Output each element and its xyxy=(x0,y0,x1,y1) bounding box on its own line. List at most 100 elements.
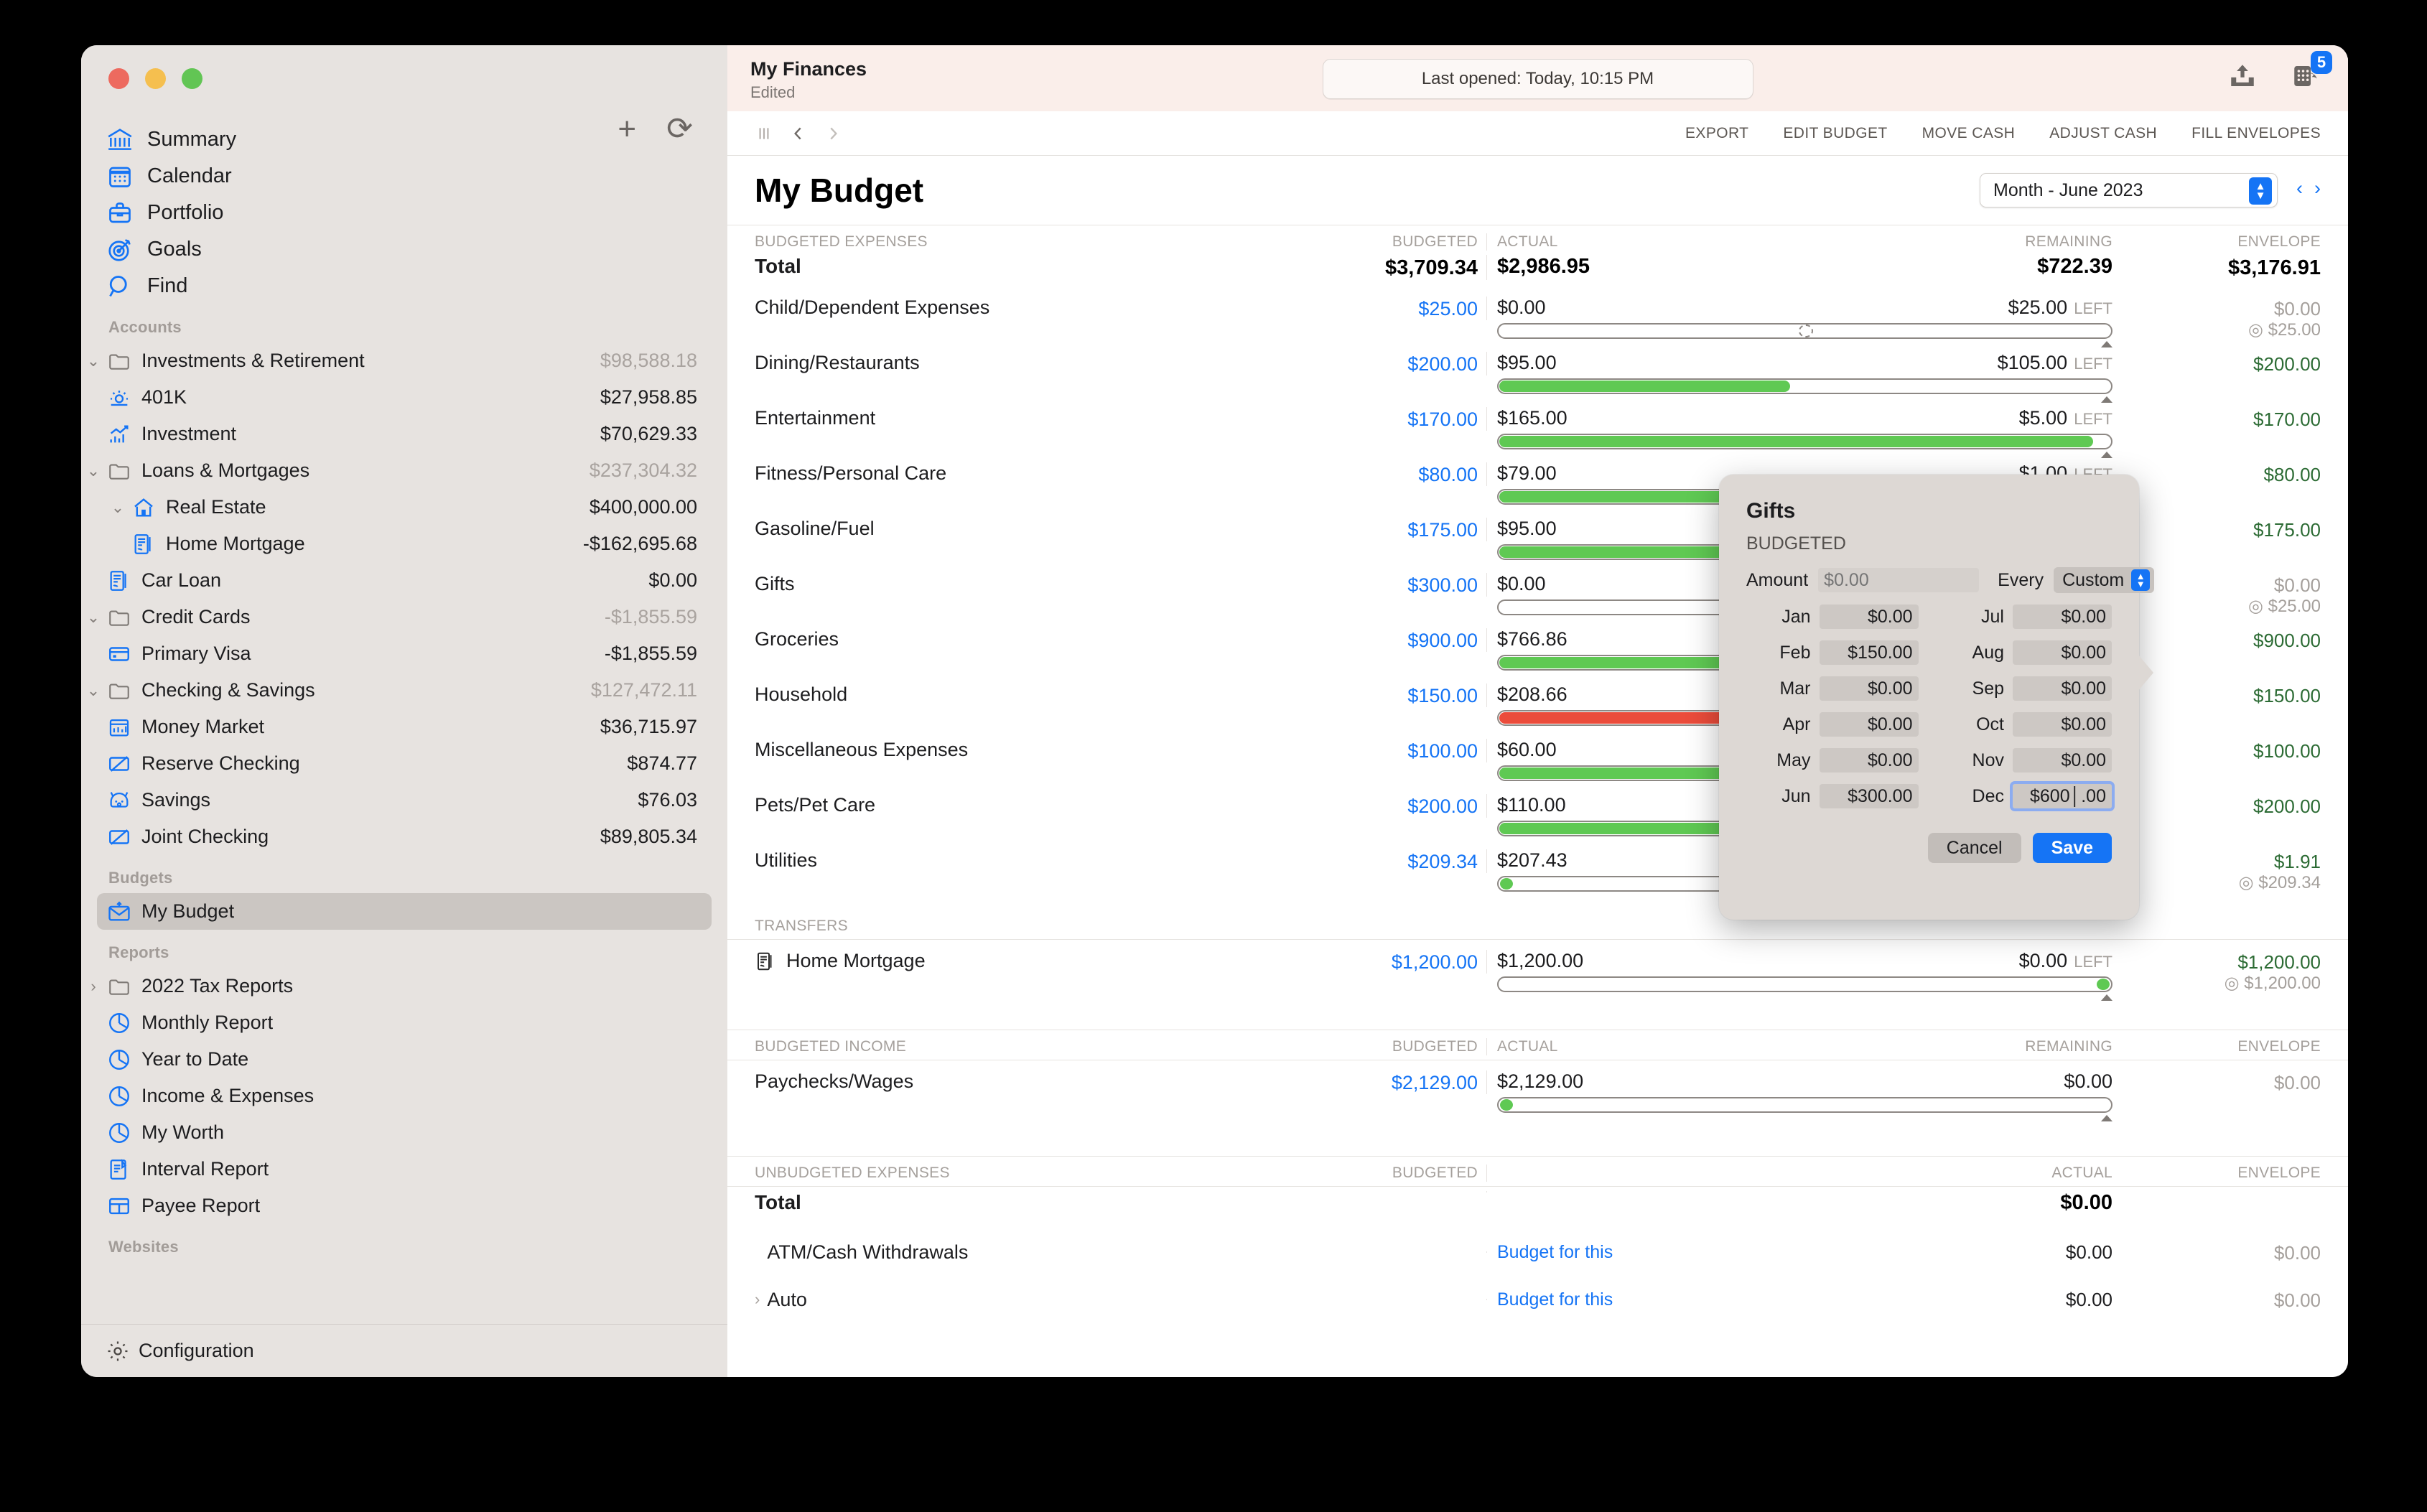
forward-icon[interactable] xyxy=(824,124,842,143)
budgeted-value[interactable]: $25.00 xyxy=(1343,297,1487,320)
sidebar-scroll[interactable]: Summary Calendar Portfolio Goals Find Ac… xyxy=(81,111,727,1324)
sidebar-item-year-to-date[interactable]: Year to Date xyxy=(81,1041,727,1078)
month-amount-input[interactable] xyxy=(2013,712,2112,737)
month-amount-input[interactable] xyxy=(2013,605,2112,629)
sidebar-account-home-mortgage[interactable]: Home Mortgage -$162,695.68 xyxy=(81,526,727,562)
sidebar-item-find[interactable]: Find xyxy=(81,268,727,304)
month-selector[interactable]: Month - June 2023 ▲ ▼ xyxy=(1980,173,2278,207)
chevron-down-icon[interactable]: ⌄ xyxy=(81,608,106,627)
month-amount-input[interactable] xyxy=(2010,781,2115,811)
progress-cell[interactable]: $0.00 $25.00 LEFT xyxy=(1487,297,2112,347)
add-account-button[interactable]: + xyxy=(618,113,636,145)
month-amount-input[interactable] xyxy=(1819,748,1919,773)
sidebar-item-calendar[interactable]: Calendar xyxy=(81,158,727,195)
save-button[interactable]: Save xyxy=(2032,833,2112,863)
fill-envelopes-button[interactable]: FILL ENVELOPES xyxy=(2191,125,2321,142)
sidebar-account-car-loan[interactable]: Car Loan $0.00 xyxy=(81,562,727,599)
prev-month-button[interactable]: ‹ xyxy=(2296,177,2303,200)
budgeted-value[interactable]: $150.00 xyxy=(1343,683,1487,707)
table-row[interactable]: ›ATM/Cash WithdrawalsBudget for this$0.0… xyxy=(727,1228,2348,1276)
refresh-icon[interactable]: ⟳ xyxy=(666,113,693,145)
amount-input[interactable] xyxy=(1818,568,1980,592)
sidebar-item-portfolio[interactable]: Portfolio xyxy=(81,195,727,231)
budgeted-value[interactable]: $300.00 xyxy=(1343,573,1487,597)
sidebar-item-my-worth[interactable]: My Worth xyxy=(81,1114,727,1151)
budgeted-value[interactable]: $209.34 xyxy=(1343,849,1487,873)
sidebar-account-loans-mortgages[interactable]: ⌄ Loans & Mortgages $237,304.32 xyxy=(81,452,727,489)
month-amount-input[interactable] xyxy=(1819,784,1919,808)
sidebar-account-investment[interactable]: Investment $70,629.33 xyxy=(81,416,727,452)
budgeted-value[interactable]: $80.00 xyxy=(1343,462,1487,486)
columns-icon[interactable] xyxy=(755,124,773,143)
table-row[interactable]: › Auto Budget for this $0.00 $0.00 xyxy=(727,1276,2348,1323)
month-amount-input[interactable] xyxy=(2013,748,2112,773)
chevron-right-icon[interactable]: › xyxy=(755,1290,760,1309)
sidebar-account-checking-savings[interactable]: ⌄ Checking & Savings $127,472.11 xyxy=(81,672,727,709)
sidebar-account-investments-retirement[interactable]: ⌄ Investments & Retirement $98,588.18 xyxy=(81,342,727,379)
chevron-down-icon[interactable]: ⌄ xyxy=(81,352,106,370)
export-button[interactable]: EXPORT xyxy=(1685,125,1748,142)
budgeted-value[interactable]: $200.00 xyxy=(1343,352,1487,375)
move-cash-button[interactable]: MOVE CASH xyxy=(1922,125,2016,142)
sidebar-item-2022-tax-reports[interactable]: › 2022 Tax Reports xyxy=(81,968,727,1004)
progress-cell[interactable]: $2,129.00 $0.00 xyxy=(1487,1070,2112,1121)
progress-track[interactable] xyxy=(1497,976,2112,1001)
progress-cell[interactable]: $95.00 $105.00 LEFT xyxy=(1487,352,2112,403)
budgeted-value[interactable]: $1,200.00 xyxy=(1343,950,1487,974)
back-icon[interactable] xyxy=(789,124,808,143)
adjust-cash-button[interactable]: ADJUST CASH xyxy=(2049,125,2157,142)
progress-cell[interactable]: $1,200.00 $0.00 LEFT xyxy=(1487,950,2112,1001)
sidebar-account-401k[interactable]: 401K $27,958.85 xyxy=(81,379,727,416)
month-amount-input[interactable] xyxy=(1819,676,1919,701)
table-row[interactable]: Home Mortgage $1,200.00 $1,200.00 $0.00 LEFT… xyxy=(727,950,2348,1005)
budgeted-value[interactable]: $170.00 xyxy=(1343,407,1487,431)
progress-track[interactable] xyxy=(1497,323,2112,347)
progress-track[interactable] xyxy=(1497,434,2112,458)
sidebar-account-money-market[interactable]: Money Market $36,715.97 xyxy=(81,709,727,745)
budgeted-value[interactable]: $900.00 xyxy=(1343,628,1487,652)
month-amount-input[interactable] xyxy=(1819,640,1919,665)
sidebar-item-monthly-report[interactable]: Monthly Report xyxy=(81,1004,727,1041)
chevron-down-icon[interactable]: ⌄ xyxy=(106,498,130,517)
budgeted-value[interactable]: $175.00 xyxy=(1343,518,1487,541)
sidebar-account-savings[interactable]: Savings $76.03 xyxy=(81,782,727,818)
maximize-button[interactable] xyxy=(182,67,202,89)
sidebar-account-real-estate[interactable]: ⌄ Real Estate $400,000.00 xyxy=(81,489,727,526)
month-amount-input[interactable] xyxy=(2013,676,2112,701)
month-amount-input[interactable] xyxy=(1819,712,1919,737)
sidebar-item-interval-report[interactable]: Interval Report xyxy=(81,1151,727,1187)
sidebar-account-joint-checking[interactable]: Joint Checking $89,805.34 xyxy=(81,818,727,855)
cancel-button[interactable]: Cancel xyxy=(1927,833,2021,863)
table-row[interactable]: Dining/Restaurants $200.00 $95.00 $105.00 LE… xyxy=(727,352,2348,407)
calculator-icon[interactable]: 5 xyxy=(2291,51,2332,91)
progress-track[interactable] xyxy=(1497,1097,2112,1121)
sidebar-item-income-expenses[interactable]: Income & Expenses xyxy=(81,1078,727,1114)
sidebar-account-credit-cards[interactable]: ⌄ Credit Cards -$1,855.59 xyxy=(81,599,727,635)
month-amount-input[interactable] xyxy=(2013,640,2112,665)
sidebar-footer[interactable]: Configuration xyxy=(81,1324,727,1377)
month-amount-input[interactable] xyxy=(1819,605,1919,629)
table-row[interactable]: Child/Dependent Expenses $25.00 $0.00 $25.0… xyxy=(727,297,2348,352)
sidebar-item-my-budget[interactable]: My Budget xyxy=(97,893,712,930)
chevron-down-icon[interactable]: ⌄ xyxy=(81,462,106,480)
frequency-select[interactable]: Custom ▲ ▼ xyxy=(2054,567,2155,593)
month-stepper[interactable]: ▲ ▼ xyxy=(2249,177,2272,205)
budgeted-value[interactable]: $2,129.00 xyxy=(1343,1070,1487,1094)
minimize-button[interactable] xyxy=(145,67,166,89)
budgeted-value[interactable]: $200.00 xyxy=(1343,794,1487,818)
progress-cell[interactable]: $165.00 $5.00 LEFT xyxy=(1487,407,2112,458)
sidebar-account-primary-visa[interactable]: Primary Visa -$1,855.59 xyxy=(81,635,727,672)
budget-for-this-link[interactable]: Budget for this xyxy=(1497,1242,2066,1263)
last-opened-pill[interactable]: Last opened: Today, 10:15 PM xyxy=(1322,59,1753,99)
sidebar-item-goals[interactable]: Goals xyxy=(81,231,727,268)
close-button[interactable] xyxy=(108,67,129,89)
sidebar-item-payee-report[interactable]: Payee Report xyxy=(81,1187,727,1224)
budget-for-this-link[interactable]: Budget for this xyxy=(1497,1289,2066,1310)
upload-icon[interactable] xyxy=(2227,61,2258,91)
progress-track[interactable] xyxy=(1497,378,2112,403)
budgeted-value[interactable]: $100.00 xyxy=(1343,739,1487,762)
frequency-stepper[interactable]: ▲ ▼ xyxy=(2131,569,2151,591)
table-row[interactable]: Paychecks/Wages $2,129.00 $2,129.00 $0.00 $0… xyxy=(727,1070,2348,1126)
sidebar-account-reserve-checking[interactable]: Reserve Checking $874.77 xyxy=(81,745,727,782)
edit-budget-button[interactable]: EDIT BUDGET xyxy=(1783,125,1887,142)
